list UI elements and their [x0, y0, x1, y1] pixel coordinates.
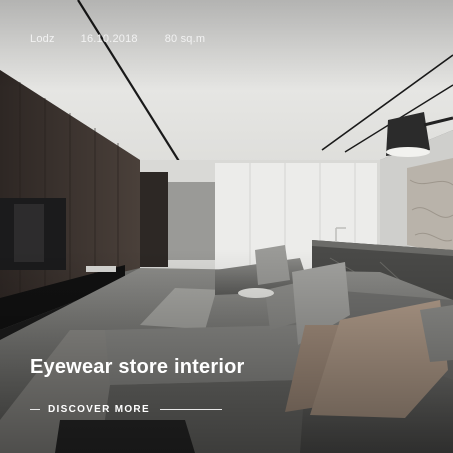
cta-line-right	[159, 409, 222, 410]
discover-more-link[interactable]: DISCOVER MORE	[30, 404, 222, 415]
date-label: 16.10.2018	[80, 33, 138, 45]
project-meta: Lodz 16.10.2018 80 sq.m	[30, 33, 205, 45]
interior-photo	[0, 0, 453, 453]
cta-line-left	[30, 409, 40, 410]
project-card[interactable]: Lodz 16.10.2018 80 sq.m Eyewear store in…	[0, 0, 453, 453]
area-label: 80 sq.m	[164, 33, 206, 45]
discover-more-label: DISCOVER MORE	[48, 404, 150, 415]
location-label: Lodz	[30, 33, 55, 45]
project-title: Eyewear store interior	[30, 356, 245, 378]
